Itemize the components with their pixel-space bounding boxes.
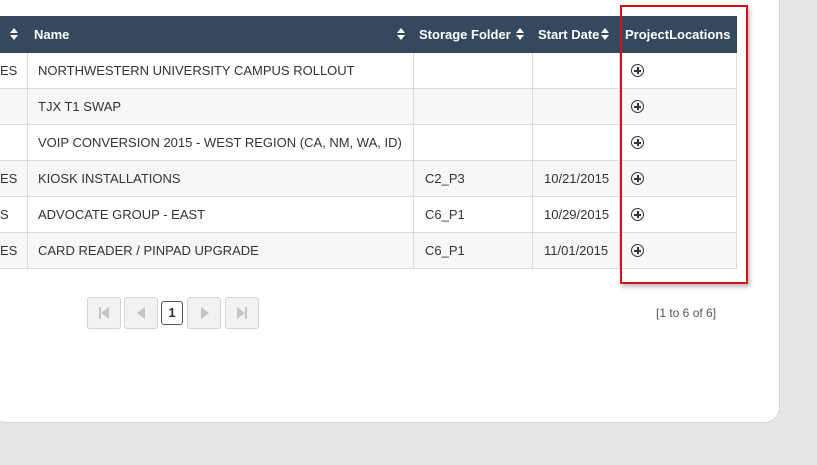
cell-name: NORTHWESTERN UNIVERSITY CAMPUS ROLLOUT [38, 63, 355, 78]
cell-storage-folder: C6_P1 [425, 207, 465, 222]
next-page-button[interactable] [187, 297, 221, 329]
previous-page-icon [136, 307, 146, 319]
first-page-icon [99, 307, 109, 319]
column-header-name[interactable]: Name [34, 16, 69, 53]
first-page-button[interactable] [87, 297, 121, 329]
sort-start-date-icon[interactable] [601, 28, 609, 40]
cell-name: TJX T1 SWAP [38, 99, 122, 114]
sort-storage-folder-icon[interactable] [516, 28, 524, 40]
last-page-icon [237, 307, 247, 319]
cell-name: VOIP CONVERSION 2015 - WEST REGION (CA, … [38, 135, 402, 150]
cell-storage-folder: C6_P1 [425, 243, 465, 258]
cell-name: KIOSK INSTALLATIONS [38, 171, 181, 186]
sort-icon[interactable] [10, 28, 18, 40]
cell-name: ADVOCATE GROUP - EAST [38, 207, 206, 222]
last-page-button[interactable] [225, 297, 259, 329]
pager-summary: [1 to 6 of 6] [656, 306, 717, 320]
cell-prefix: ES [0, 243, 18, 258]
cell-start-date: 10/21/2015 [544, 171, 610, 186]
cell-prefix: ES [0, 171, 18, 186]
cell-start-date: 10/29/2015 [544, 207, 610, 222]
highlight-box [620, 5, 748, 284]
current-page-button[interactable]: 1 [161, 301, 183, 325]
column-header-storage-folder[interactable]: Storage Folder [419, 16, 511, 53]
cell-name: CARD READER / PINPAD UPGRADE [38, 243, 259, 258]
column-header-start-date[interactable]: Start Date [538, 16, 599, 53]
cell-prefix: S [0, 207, 9, 222]
cell-start-date: 11/01/2015 [544, 243, 609, 258]
next-page-icon [199, 307, 209, 319]
cell-prefix: ES [0, 63, 18, 78]
cell-storage-folder: C2_P3 [425, 171, 465, 186]
sort-name-icon[interactable] [397, 28, 405, 40]
previous-page-button[interactable] [124, 297, 158, 329]
